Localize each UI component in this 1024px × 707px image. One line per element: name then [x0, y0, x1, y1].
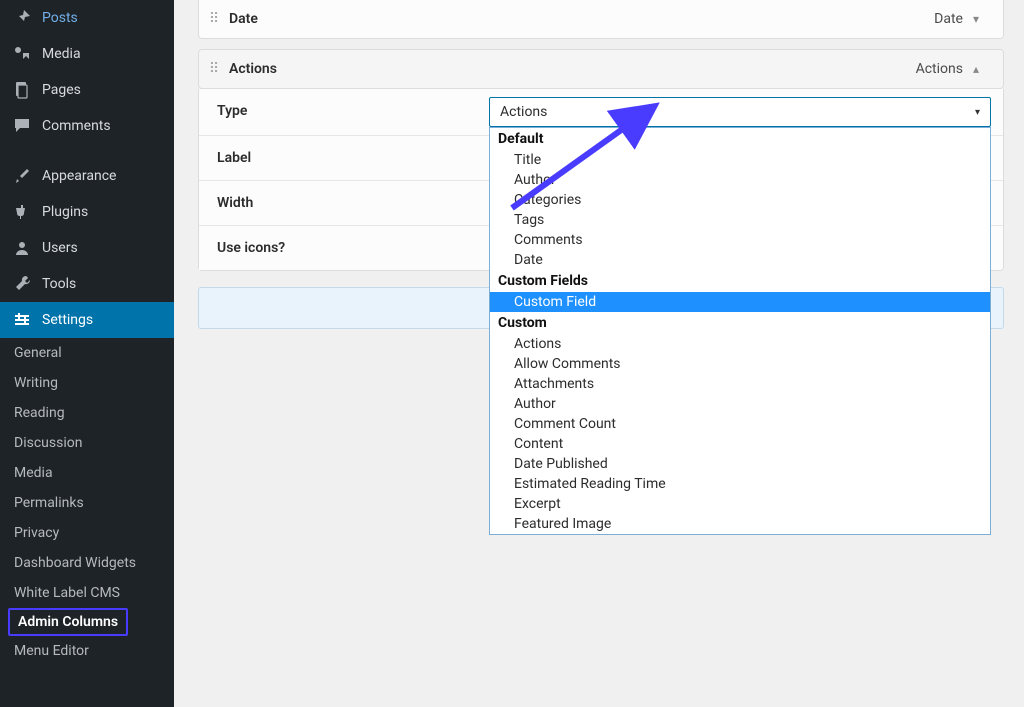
sidebar-mid-group: Appearance Plugins Users Tools Settings [0, 158, 174, 338]
nav-appearance[interactable]: Appearance [0, 158, 174, 194]
sub-privacy[interactable]: Privacy [0, 518, 174, 548]
option-comments[interactable]: Comments [490, 230, 990, 250]
type-select[interactable]: Actions ▾ [489, 97, 991, 127]
option-allow-comments[interactable]: Allow Comments [490, 354, 990, 374]
sidebar-top-group: Posts Media Pages Comments [0, 0, 174, 144]
config-label-type: Type [199, 89, 477, 135]
nav-label: Tools [42, 276, 76, 292]
settings-icon [12, 310, 32, 330]
plug-icon [12, 202, 32, 222]
nav-users[interactable]: Users [0, 230, 174, 266]
sub-menu-editor[interactable]: Menu Editor [0, 636, 174, 666]
config-value-type: Actions ▾ Default Title Author Categorie… [477, 89, 1003, 135]
menu-separator [0, 144, 174, 158]
optgroup-custom: Custom [490, 312, 990, 334]
config-label-use-icons: Use icons? [199, 226, 477, 270]
nav-label: Pages [42, 82, 81, 98]
page-icon [12, 80, 32, 100]
option-author[interactable]: Author [490, 170, 990, 190]
option-date[interactable]: Date [490, 250, 990, 270]
nav-label: Media [42, 46, 81, 62]
option-title[interactable]: Title [490, 150, 990, 170]
nav-posts[interactable]: Posts [0, 0, 174, 36]
column-bar-actions[interactable]: ⠿ Actions Actions ▴ [198, 49, 1004, 89]
settings-submenu: General Writing Reading Discussion Media… [0, 338, 174, 666]
main-content: ⠿ Date Date ▾ ⠿ Actions Actions ▴ Type A… [174, 0, 1024, 707]
drag-handle-icon[interactable]: ⠿ [199, 11, 229, 27]
option-categories[interactable]: Categories [490, 190, 990, 210]
option-excerpt[interactable]: Excerpt [490, 494, 990, 514]
option-custom-field[interactable]: Custom Field [490, 292, 990, 312]
chevron-up-icon[interactable]: ▴ [973, 62, 979, 76]
column-bar-label: Date [229, 11, 934, 27]
user-icon [12, 238, 32, 258]
nav-tools[interactable]: Tools [0, 266, 174, 302]
column-bar-date[interactable]: ⠿ Date Date ▾ [198, 0, 1004, 39]
config-label-label: Label [199, 136, 477, 180]
nav-label: Posts [42, 10, 78, 26]
chevron-down-icon[interactable]: ▾ [973, 12, 979, 26]
sub-media[interactable]: Media [0, 458, 174, 488]
chevron-down-icon: ▾ [975, 107, 980, 118]
nav-comments[interactable]: Comments [0, 108, 174, 144]
nav-label: Settings [42, 312, 93, 328]
sub-permalinks[interactable]: Permalinks [0, 488, 174, 518]
sub-general[interactable]: General [0, 338, 174, 368]
nav-label: Comments [42, 118, 111, 134]
nav-label: Users [42, 240, 78, 256]
option-featured-image[interactable]: Featured Image [490, 514, 990, 534]
comment-icon [12, 116, 32, 136]
pin-icon [12, 8, 32, 28]
option-estimated-reading-time[interactable]: Estimated Reading Time [490, 474, 990, 494]
nav-label: Appearance [42, 168, 116, 184]
optgroup-custom-fields: Custom Fields [490, 270, 990, 292]
select-value: Actions [500, 104, 547, 120]
sub-discussion[interactable]: Discussion [0, 428, 174, 458]
type-dropdown[interactable]: Default Title Author Categories Tags Com… [489, 127, 991, 535]
drag-handle-icon[interactable]: ⠿ [199, 61, 229, 77]
wrench-icon [12, 274, 32, 294]
sub-white-label-cms[interactable]: White Label CMS [0, 578, 174, 608]
option-date-published[interactable]: Date Published [490, 454, 990, 474]
admin-sidebar: Posts Media Pages Comments Appear [0, 0, 174, 707]
optgroup-default: Default [490, 128, 990, 150]
column-bar-right: Date ▾ [934, 11, 1003, 27]
option-author2[interactable]: Author [490, 394, 990, 414]
config-label-width: Width [199, 181, 477, 225]
option-actions[interactable]: Actions [490, 334, 990, 354]
column-bar-label: Actions [229, 61, 916, 77]
column-config-panel: Type Actions ▾ Default Title Author Cate… [198, 89, 1004, 271]
brush-icon [12, 166, 32, 186]
nav-media[interactable]: Media [0, 36, 174, 72]
sub-reading[interactable]: Reading [0, 398, 174, 428]
option-comment-count[interactable]: Comment Count [490, 414, 990, 434]
nav-label: Plugins [42, 204, 88, 220]
row-type: Type Actions ▾ Default Title Author Cate… [199, 89, 1003, 136]
option-content[interactable]: Content [490, 434, 990, 454]
nav-settings[interactable]: Settings [0, 302, 174, 338]
option-tags[interactable]: Tags [490, 210, 990, 230]
media-icon [12, 44, 32, 64]
column-bar-right: Actions ▴ [916, 61, 1003, 77]
sub-writing[interactable]: Writing [0, 368, 174, 398]
nav-pages[interactable]: Pages [0, 72, 174, 108]
option-attachments[interactable]: Attachments [490, 374, 990, 394]
sub-admin-columns[interactable]: Admin Columns [8, 608, 128, 636]
sub-dashboard-widgets[interactable]: Dashboard Widgets [0, 548, 174, 578]
nav-plugins[interactable]: Plugins [0, 194, 174, 230]
